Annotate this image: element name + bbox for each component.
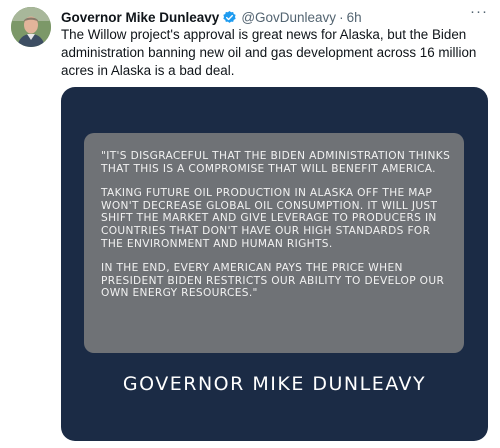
quote-text: "It's disgraceful that the Biden adminis… xyxy=(101,150,455,312)
separator-dot: · xyxy=(339,9,344,25)
timestamp[interactable]: 6h xyxy=(347,10,362,25)
tweet-text: The Willow project's approval is great n… xyxy=(61,27,477,78)
more-options-icon[interactable]: ··· xyxy=(468,4,490,23)
avatar[interactable] xyxy=(11,7,51,47)
quote-paragraph: In the end, every American pays the pric… xyxy=(101,262,445,300)
tweet[interactable]: Governor Mike Dunleavy @GovDunleavy · 6h… xyxy=(0,0,500,448)
tweet-media-image[interactable]: "It's disgraceful that the Biden adminis… xyxy=(61,87,488,441)
author-handle[interactable]: @GovDunleavy xyxy=(241,10,336,25)
quote-box: "It's disgraceful that the Biden adminis… xyxy=(84,133,464,353)
quote-paragraph: "It's disgraceful that the Biden adminis… xyxy=(101,150,451,175)
verified-badge-icon xyxy=(222,10,237,25)
quote-signature: GOVERNOR MIKE DUNLEAVY xyxy=(122,373,427,395)
tweet-header: Governor Mike Dunleavy @GovDunleavy · 6h xyxy=(61,7,490,27)
quote-paragraph: Taking future oil production in Alaska o… xyxy=(101,187,438,250)
author-name[interactable]: Governor Mike Dunleavy xyxy=(61,10,219,25)
